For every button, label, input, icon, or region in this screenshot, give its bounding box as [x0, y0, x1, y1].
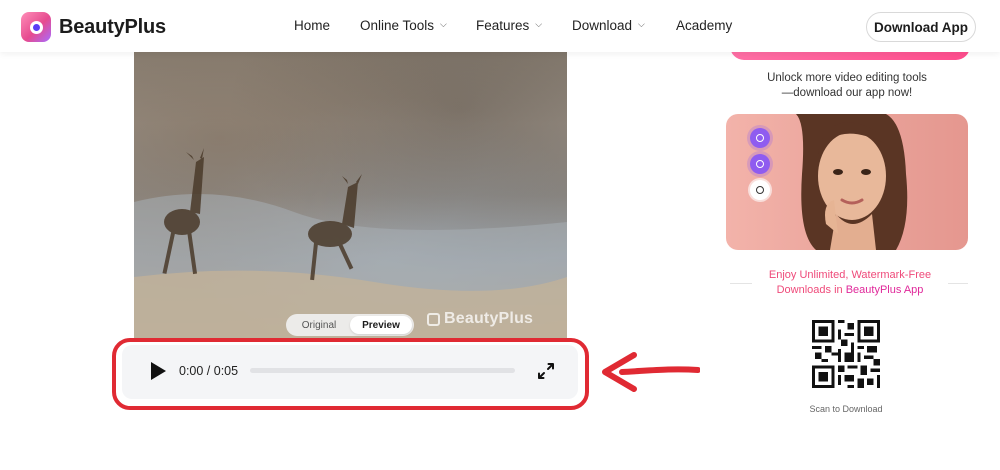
scan-to-download-label: Scan to Download	[809, 404, 883, 414]
red-arrow-icon	[602, 352, 700, 392]
download-app-button[interactable]: Download App	[866, 12, 976, 42]
chevron-down-icon: ⌵	[638, 19, 645, 29]
beautyplus-logo-icon	[21, 12, 51, 42]
watermark: BeautyPlus	[427, 310, 533, 328]
chevron-down-icon: ⌵	[440, 19, 447, 29]
divider-right	[948, 283, 968, 284]
nav-online-tools[interactable]: Online Tools ⌵	[360, 18, 447, 33]
deer-scene-illustration	[134, 148, 567, 338]
chevron-down-icon: ⌵	[535, 19, 543, 29]
nav-academy[interactable]: Academy	[676, 18, 732, 33]
highlight-outline	[112, 338, 589, 410]
feature-icons	[750, 128, 770, 200]
toggle-preview[interactable]: Preview	[350, 316, 412, 334]
avatar-feature-icon	[750, 180, 770, 200]
enhance-feature-icon	[750, 154, 770, 174]
top-navbar: BeautyPlus Home Online Tools ⌵ Features ⌵ …	[0, 0, 1000, 52]
brand-name: BeautyPlus	[59, 15, 166, 38]
nav-download[interactable]: Download ⌵	[572, 18, 645, 33]
qr-code-icon[interactable]	[812, 320, 880, 388]
watermark-free-promo-text: Enjoy Unlimited, Watermark-Free Download…	[768, 269, 932, 296]
retouch-feature-icon	[750, 128, 770, 148]
unlock-promo-text: Unlock more video editing tools —downloa…	[767, 72, 927, 99]
nav-features[interactable]: Features ⌵	[476, 18, 542, 33]
divider-left	[730, 283, 752, 284]
toggle-original[interactable]: Original	[288, 316, 350, 334]
nav-home[interactable]: Home	[294, 18, 330, 33]
watermark-logo-icon	[427, 312, 440, 326]
brand-logo[interactable]: BeautyPlus	[21, 12, 166, 42]
original-preview-toggle[interactable]: Original Preview	[286, 314, 414, 336]
video-preview[interactable]	[134, 52, 567, 338]
